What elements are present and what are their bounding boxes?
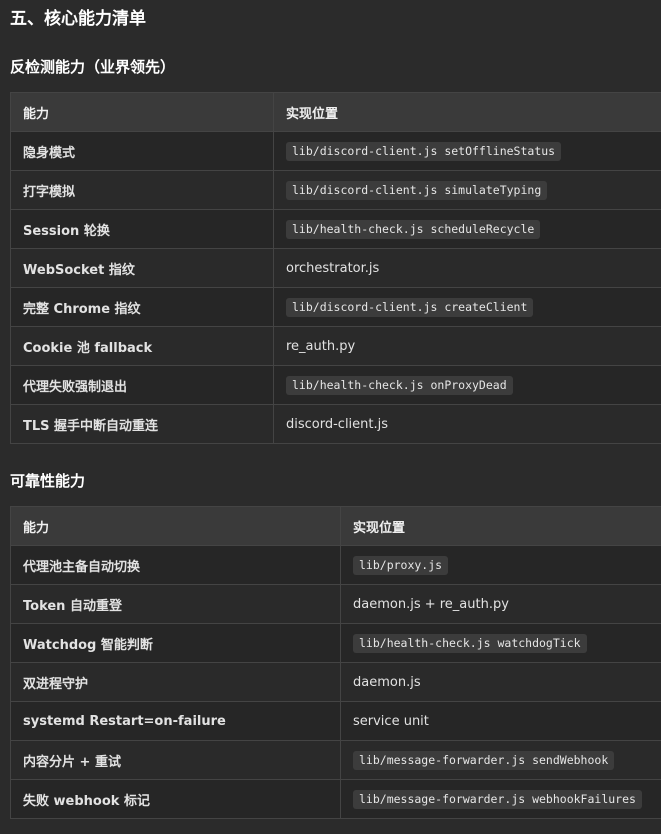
capability-cell: 打字模拟: [10, 170, 274, 210]
section-title-reliability: 可靠性能力: [10, 472, 86, 490]
capability-cell: 双进程守护: [10, 662, 341, 702]
table-row: Session 轮换 lib/health-check.js scheduleRe…: [10, 209, 661, 249]
capability-cell: Cookie 池 fallback: [10, 326, 274, 366]
section-title-anti-detection: 反检测能力（业界领先）: [10, 58, 176, 76]
table-row: 内容分片 + 重试 lib/message-forwarder.js sendWe…: [10, 740, 661, 780]
table-row: 打字模拟 lib/discord-client.js simulateTyping: [10, 170, 661, 210]
inline-code: lib/proxy.js: [353, 555, 449, 575]
capability-cell: 失败 webhook 标记: [10, 779, 341, 819]
capability-cell: systemd Restart=on-failure: [10, 701, 341, 741]
inline-code: lib/health-check.js scheduleRecycle: [286, 219, 541, 239]
table-row: WebSocket 指纹 orchestrator.js: [10, 248, 661, 288]
location-cell: re_auth.py: [273, 326, 661, 366]
location-cell: lib/health-check.js watchdogTick: [340, 623, 661, 663]
inline-code: lib/health-check.js onProxyDead: [286, 375, 513, 395]
table-row: systemd Restart=on-failure service unit: [10, 701, 661, 741]
capability-cell: 内容分片 + 重试: [10, 740, 341, 780]
location-cell: orchestrator.js: [273, 248, 661, 288]
inline-code: lib/discord-client.js simulateTyping: [286, 180, 548, 200]
capability-cell: Token 自动重登: [10, 584, 341, 624]
capability-cell: 代理失败强制退出: [10, 365, 274, 405]
location-cell: lib/discord-client.js createClient: [273, 287, 661, 327]
capability-cell: 代理池主备自动切换: [10, 545, 341, 585]
capability-cell: Watchdog 智能判断: [10, 623, 341, 663]
capability-cell: 隐身模式: [10, 131, 274, 171]
table-row: 隐身模式 lib/discord-client.js setOfflineStat…: [10, 131, 661, 171]
inline-code: lib/health-check.js watchdogTick: [353, 633, 587, 653]
table-row: 失败 webhook 标记 lib/message-forwarder.js we…: [10, 779, 661, 819]
location-cell: lib/health-check.js onProxyDead: [273, 365, 661, 405]
location-cell: daemon.js: [340, 662, 661, 702]
table-row: 代理失败强制退出 lib/health-check.js onProxyDead: [10, 365, 661, 405]
column-header-capability: 能力: [10, 506, 341, 546]
location-cell: service unit: [340, 701, 661, 741]
location-cell: lib/message-forwarder.js sendWebhook: [340, 740, 661, 780]
table-row: Token 自动重登 daemon.js + re_auth.py: [10, 584, 661, 624]
table-row: 完整 Chrome 指纹 lib/discord-client.js create…: [10, 287, 661, 327]
table-row: 双进程守护 daemon.js: [10, 662, 661, 702]
location-cell: lib/health-check.js scheduleRecycle: [273, 209, 661, 249]
page-title: 五、核心能力清单: [10, 9, 146, 29]
inline-code: lib/discord-client.js setOfflineStatus: [286, 141, 562, 161]
location-cell: lib/discord-client.js simulateTyping: [273, 170, 661, 210]
inline-code: lib/message-forwarder.js webhookFailures: [353, 789, 642, 809]
location-cell: lib/discord-client.js setOfflineStatus: [273, 131, 661, 171]
capability-cell: Session 轮换: [10, 209, 274, 249]
location-cell: lib/proxy.js: [340, 545, 661, 585]
location-cell: lib/message-forwarder.js webhookFailures: [340, 779, 661, 819]
anti-detection-table: 能力 实现位置 隐身模式 lib/discord-client.js setOff…: [10, 92, 661, 444]
column-header-location: 实现位置: [273, 92, 661, 132]
location-cell: discord-client.js: [273, 404, 661, 444]
table-row: 代理池主备自动切换 lib/proxy.js: [10, 545, 661, 585]
column-header-capability: 能力: [10, 92, 274, 132]
inline-code: lib/discord-client.js createClient: [286, 297, 534, 317]
inline-code: lib/message-forwarder.js sendWebhook: [353, 750, 615, 770]
column-header-location: 实现位置: [340, 506, 661, 546]
location-cell: daemon.js + re_auth.py: [340, 584, 661, 624]
table-header-row: 能力 实现位置: [10, 92, 661, 132]
table-row: Watchdog 智能判断 lib/health-check.js watchdo…: [10, 623, 661, 663]
reliability-table: 能力 实现位置 代理池主备自动切换 lib/proxy.js Token 自动重登 d…: [10, 506, 661, 819]
table-row: Cookie 池 fallback re_auth.py: [10, 326, 661, 366]
capability-cell: 完整 Chrome 指纹: [10, 287, 274, 327]
table-row: TLS 握手中断自动重连 discord-client.js: [10, 404, 661, 444]
table-header-row: 能力 实现位置: [10, 506, 661, 546]
capability-cell: WebSocket 指纹: [10, 248, 274, 288]
capability-cell: TLS 握手中断自动重连: [10, 404, 274, 444]
